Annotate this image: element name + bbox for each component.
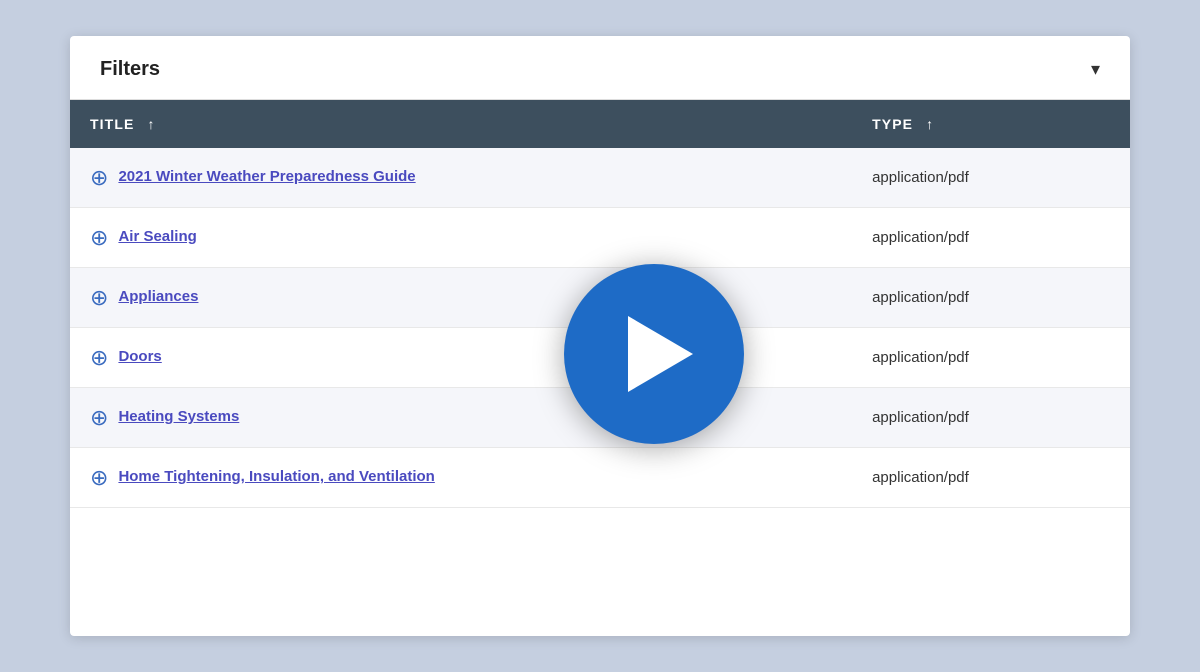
table-row: ⊕ Home Tightening, Insulation, and Ventil… [70, 448, 1130, 508]
sort-arrow-title[interactable]: ↑ [148, 116, 156, 132]
plus-icon[interactable]: ⊕ [90, 287, 108, 309]
row-title-link[interactable]: Doors [118, 346, 161, 367]
title-cell: ⊕ Heating Systems [70, 388, 852, 448]
sort-arrow-type[interactable]: ↑ [926, 116, 934, 132]
plus-icon[interactable]: ⊕ [90, 167, 108, 189]
table-row: ⊕ 2021 Winter Weather Preparedness Guide a… [70, 148, 1130, 208]
column-header-title[interactable]: TITLE ↑ [70, 100, 852, 148]
filters-bar: Filters ▾ [70, 36, 1130, 100]
plus-icon[interactable]: ⊕ [90, 467, 108, 489]
type-cell: application/pdf [852, 388, 1130, 448]
row-title-link[interactable]: 2021 Winter Weather Preparedness Guide [118, 166, 415, 187]
main-card: Filters ▾ TITLE ↑ TYPE ↑ ⊕ 2021 Winter We… [70, 36, 1130, 636]
play-button[interactable] [564, 264, 744, 444]
title-cell: ⊕ Air Sealing [70, 208, 852, 268]
type-cell: application/pdf [852, 268, 1130, 328]
title-cell: ⊕ 2021 Winter Weather Preparedness Guide [70, 148, 852, 208]
row-title-link[interactable]: Home Tightening, Insulation, and Ventila… [118, 466, 434, 487]
filters-label: Filters [100, 58, 160, 81]
type-cell: application/pdf [852, 208, 1130, 268]
type-cell: application/pdf [852, 328, 1130, 388]
type-cell: application/pdf [852, 148, 1130, 208]
title-cell: ⊕ Home Tightening, Insulation, and Ventil… [70, 448, 852, 508]
plus-icon[interactable]: ⊕ [90, 347, 108, 369]
play-triangle-icon [628, 316, 693, 392]
type-cell: application/pdf [852, 448, 1130, 508]
table-header-row: TITLE ↑ TYPE ↑ [70, 100, 1130, 148]
plus-icon[interactable]: ⊕ [90, 227, 108, 249]
chevron-down-icon[interactable]: ▾ [1091, 59, 1100, 80]
table-row: ⊕ Air Sealing application/pdf [70, 208, 1130, 268]
plus-icon[interactable]: ⊕ [90, 407, 108, 429]
row-title-link[interactable]: Appliances [118, 286, 198, 307]
column-header-type[interactable]: TYPE ↑ [852, 100, 1130, 148]
row-title-link[interactable]: Air Sealing [118, 226, 196, 247]
row-title-link[interactable]: Heating Systems [118, 406, 239, 427]
